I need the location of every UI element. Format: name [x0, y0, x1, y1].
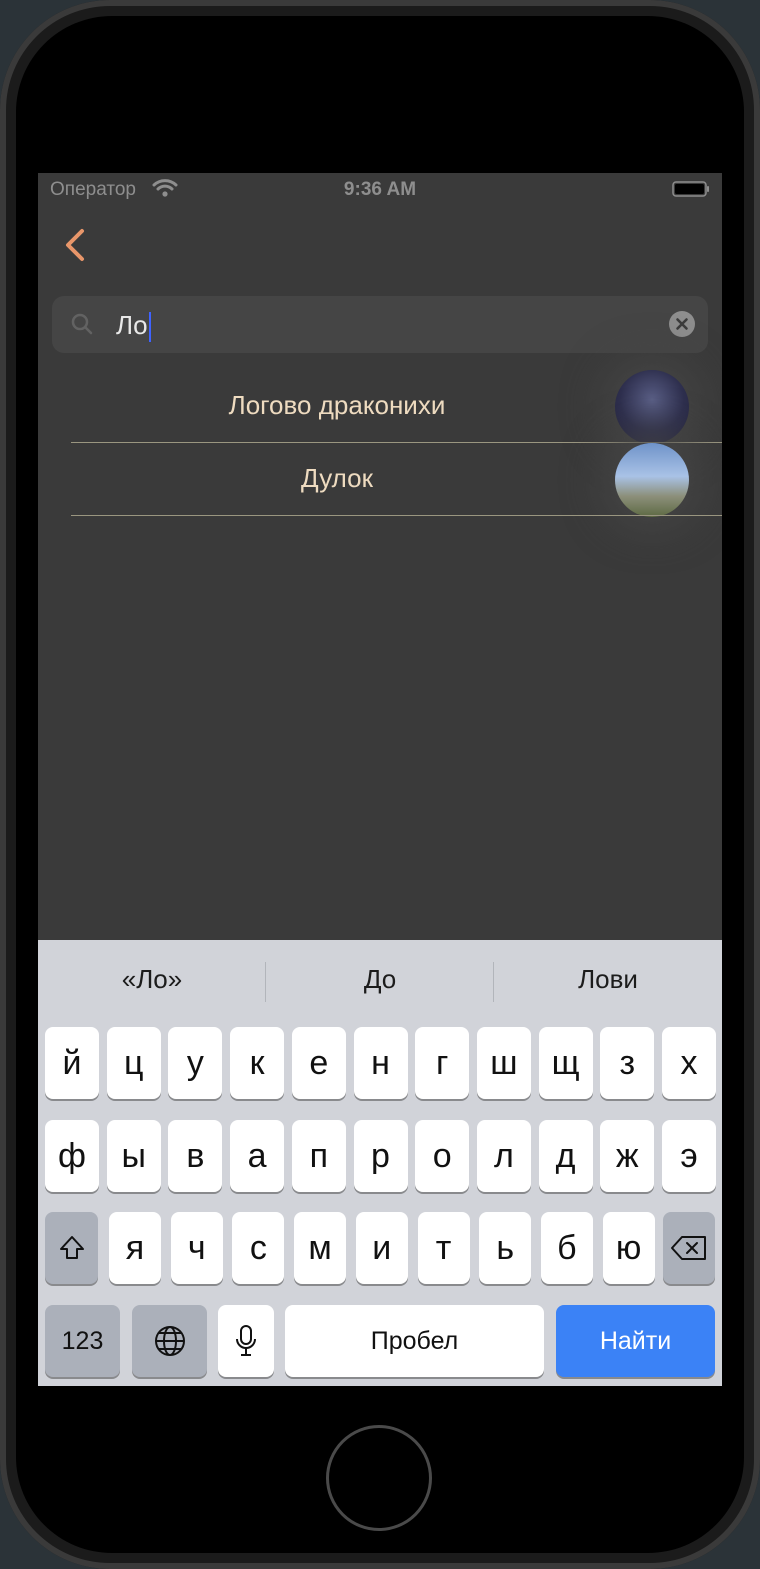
- app-screen: Оператор 9:36 AM Ло Логово драконихи Дул…: [38, 173, 722, 1386]
- microphone-icon: [236, 1325, 256, 1356]
- key[interactable]: е: [291, 1027, 346, 1099]
- suggestion-item[interactable]: «Ло»: [38, 964, 266, 995]
- status-bar: Оператор 9:36 AM: [38, 173, 722, 207]
- text-cursor: [148, 312, 151, 343]
- result-label: Логово драконихи: [228, 390, 446, 420]
- key[interactable]: ф: [45, 1120, 99, 1192]
- key[interactable]: а: [230, 1120, 285, 1192]
- search-go-button[interactable]: Найти: [556, 1305, 715, 1377]
- key[interactable]: к: [230, 1027, 285, 1099]
- key[interactable]: э: [662, 1120, 716, 1192]
- key[interactable]: ы: [106, 1120, 161, 1192]
- key[interactable]: й: [45, 1027, 99, 1099]
- key[interactable]: ь: [479, 1212, 532, 1284]
- key[interactable]: б: [540, 1212, 593, 1284]
- key[interactable]: в: [168, 1120, 223, 1192]
- search-icon: [71, 313, 93, 335]
- backspace-icon: [671, 1236, 706, 1260]
- suggestion-bar: «Ло» До Лови: [38, 940, 722, 1024]
- shift-icon: [59, 1236, 84, 1259]
- back-button[interactable]: [56, 223, 100, 267]
- key[interactable]: ц: [106, 1027, 161, 1099]
- chevron-left-icon: [66, 229, 84, 261]
- key[interactable]: ч: [170, 1212, 223, 1284]
- key[interactable]: г: [415, 1027, 470, 1099]
- result-row[interactable]: Дулок: [71, 443, 722, 517]
- key[interactable]: ж: [600, 1120, 655, 1192]
- result-thumbnail: [615, 370, 689, 444]
- suggestion-item[interactable]: До: [266, 964, 494, 995]
- keyboard: «Ло» До Лови йцукенгшщзх фывапролджэ ячс…: [38, 940, 722, 1386]
- home-button[interactable]: [326, 1425, 432, 1531]
- globe-key[interactable]: [132, 1305, 207, 1377]
- key[interactable]: ш: [476, 1027, 531, 1099]
- key[interactable]: р: [353, 1120, 408, 1192]
- backspace-key[interactable]: [663, 1212, 715, 1284]
- key[interactable]: м: [294, 1212, 347, 1284]
- battery-icon: [672, 181, 709, 197]
- clear-icon[interactable]: [668, 310, 696, 338]
- search-input[interactable]: Ло: [116, 310, 151, 343]
- status-time: 9:36 AM: [343, 179, 417, 200]
- key[interactable]: х: [662, 1027, 716, 1099]
- key[interactable]: н: [353, 1027, 408, 1099]
- key[interactable]: з: [600, 1027, 655, 1099]
- key[interactable]: л: [476, 1120, 531, 1192]
- result-row[interactable]: Логово драконихи: [71, 370, 722, 444]
- search-bar[interactable]: Ло: [52, 296, 708, 353]
- key[interactable]: с: [232, 1212, 285, 1284]
- microphone-key[interactable]: [218, 1305, 274, 1377]
- key[interactable]: я: [109, 1212, 161, 1284]
- key[interactable]: щ: [538, 1027, 593, 1099]
- numbers-key[interactable]: 123: [45, 1305, 120, 1377]
- key[interactable]: ю: [602, 1212, 655, 1284]
- key[interactable]: п: [291, 1120, 346, 1192]
- row-divider: [71, 515, 722, 516]
- key[interactable]: т: [417, 1212, 470, 1284]
- key[interactable]: у: [168, 1027, 223, 1099]
- shift-key[interactable]: [45, 1212, 98, 1284]
- key[interactable]: и: [355, 1212, 408, 1284]
- suggestion-item[interactable]: Лови: [494, 964, 722, 995]
- result-thumbnail: [615, 443, 689, 517]
- result-label: Дулок: [301, 463, 373, 493]
- key[interactable]: д: [538, 1120, 593, 1192]
- globe-icon: [154, 1326, 185, 1356]
- space-key[interactable]: Пробел: [285, 1305, 544, 1377]
- search-input-value: Ло: [116, 310, 148, 340]
- key[interactable]: о: [415, 1120, 470, 1192]
